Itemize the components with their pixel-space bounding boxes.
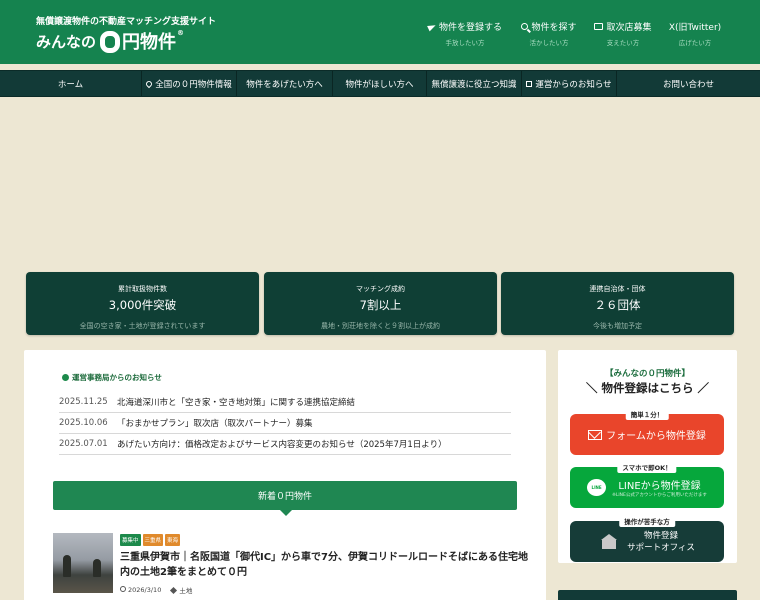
listing-title[interactable]: 三重県伊賀市｜名阪国道「御代IC」から車で7分、伊賀コリドールロードそばにある住… bbox=[120, 550, 530, 580]
news-title: あげたい方向け：価格改定およびサービス内容変更のお知らせ（2025年7月1日より… bbox=[117, 440, 447, 450]
button-label: フォームから物件登録 bbox=[606, 431, 706, 442]
menu-item-label: 運営からのお知らせ bbox=[535, 79, 612, 90]
mail-icon bbox=[588, 429, 603, 440]
news-heading-text: 運営事務局からのお知らせ bbox=[72, 373, 162, 382]
status-badge[interactable]: 募集中 bbox=[120, 534, 141, 546]
line-icon: LINE bbox=[587, 479, 607, 496]
button-label-2: サポートオフィス bbox=[627, 542, 695, 553]
sidebar-title: 【みんなの０円物件】 bbox=[604, 369, 690, 379]
stat-value: ２６団体 bbox=[594, 298, 641, 312]
header-nav-x[interactable]: X(旧Twitter) 広げたい方 bbox=[650, 20, 740, 47]
form-register-button[interactable]: 簡単１分！ フォームから物件登録 bbox=[570, 408, 724, 455]
menu-item-news[interactable]: 運営からのお知らせ bbox=[522, 71, 617, 96]
header-nav-sub: 活かしたい方 bbox=[529, 39, 569, 47]
news-title: 「おまかせプラン」取次店（取次パートナー）募集 bbox=[117, 419, 313, 429]
listing-category[interactable]: 土地 bbox=[179, 587, 192, 595]
news-date: 2025.10.06 bbox=[59, 418, 108, 428]
menu-item-label: ホーム bbox=[57, 79, 84, 90]
stat-label: 連携自治体・団体 bbox=[589, 285, 646, 293]
support-office-button[interactable]: 操作が苦手な方 物件登録 サポートオフィス bbox=[570, 515, 724, 562]
header-nav-label: X(旧Twitter) bbox=[668, 23, 722, 33]
region-badge[interactable]: 東海 bbox=[165, 534, 181, 546]
listing-date: 2026/3/10 bbox=[128, 586, 162, 594]
site-tagline: 無償譲渡物件の不動産マッチング支援サイト bbox=[36, 17, 217, 27]
card-icon bbox=[594, 23, 604, 30]
newest-listings-heading: 新着０円物件 bbox=[53, 481, 517, 516]
button-badge: 操作が苦手な方 bbox=[619, 515, 675, 527]
button-label: LINEから物件登録 bbox=[618, 481, 701, 492]
button-badge: 簡単１分！ bbox=[625, 408, 669, 420]
news-item[interactable]: 2025.10.06 「おまかせプラン」取次店（取次パートナー）募集 bbox=[59, 413, 511, 434]
stat-note: 農地・別荘地を除くと９割以上が成約 bbox=[321, 322, 440, 330]
stat-card-listings: 累計取扱物件数 3,000件突破 全国の空き家・土地が登録されています bbox=[26, 272, 259, 335]
listing-thumbnail[interactable] bbox=[53, 533, 113, 593]
news-title: 北海道深川市と「空き家・空き地対策」に関する連携協定締結 bbox=[117, 398, 356, 408]
logo-zero-mark bbox=[100, 31, 121, 53]
stat-label: 累計取扱物件数 bbox=[118, 285, 167, 293]
send-icon bbox=[427, 22, 437, 31]
menu-item-listings[interactable]: 全国の０円物件情報 bbox=[142, 71, 237, 96]
news-heading: 運営事務局からのお知らせ bbox=[62, 372, 162, 383]
header-nav-label: 物件を登録する bbox=[438, 23, 502, 33]
logo-registered-mark: ® bbox=[177, 29, 185, 37]
site-logo[interactable]: みんなの 円物件 ® bbox=[36, 29, 184, 53]
map-pin-icon bbox=[144, 79, 154, 88]
stat-card-partners: 連携自治体・団体 ２６団体 今後も増加予定 bbox=[501, 272, 734, 335]
header-nav-register[interactable]: 物件を登録する 手放したい方 bbox=[420, 20, 510, 47]
stat-value: 7割以上 bbox=[359, 298, 402, 312]
logo-text-prefix: みんなの bbox=[36, 32, 97, 51]
menu-item-label: お問い合わせ bbox=[662, 79, 714, 90]
site-header: 無償譲渡物件の不動産マッチング支援サイト みんなの 円物件 ® 物件を登録する … bbox=[0, 0, 760, 64]
news-date: 2025.07.01 bbox=[59, 439, 108, 449]
menu-item-contact[interactable]: お問い合わせ bbox=[617, 71, 760, 96]
sidebar-subtitle: ＼ 物件登録はこちら ／ bbox=[585, 381, 709, 395]
sidebar-register-panel: 【みんなの０円物件】 ＼ 物件登録はこちら ／ 簡単１分！ フォームから物件登録… bbox=[558, 350, 737, 563]
search-icon bbox=[521, 23, 529, 30]
clock-icon bbox=[120, 586, 126, 592]
menu-item-give[interactable]: 物件をあげたい方へ bbox=[237, 71, 333, 96]
tree-shape bbox=[63, 555, 71, 577]
stat-note: 今後も増加予定 bbox=[593, 322, 642, 330]
menu-item-home[interactable]: ホーム bbox=[0, 71, 142, 96]
prefecture-badge[interactable]: 三重県 bbox=[142, 534, 164, 546]
menu-item-label: 無償譲渡に役立つ知識 bbox=[431, 79, 517, 90]
stat-label: マッチング成約 bbox=[356, 285, 405, 293]
menu-item-label: 物件がほしい方へ bbox=[345, 79, 414, 90]
stat-card-matching: マッチング成約 7割以上 農地・別荘地を除くと９割以上が成約 bbox=[264, 272, 497, 335]
listing-tags: 募集中 三重県 東海 bbox=[120, 534, 181, 546]
tag-icon bbox=[170, 586, 178, 595]
main-content: 運営事務局からのお知らせ 2025.11.25 北海道深川市と「空き家・空き地対… bbox=[24, 350, 546, 600]
menu-item-label: 全国の０円物件情報 bbox=[155, 79, 232, 90]
sidebar-next-widget bbox=[558, 590, 737, 600]
news-item[interactable]: 2025.07.01 あげたい方向け：価格改定およびサービス内容変更のお知らせ（… bbox=[59, 434, 511, 455]
news-date: 2025.11.25 bbox=[59, 397, 108, 407]
logo-text-suffix: 円物件 bbox=[122, 32, 177, 53]
header-nav-label: 物件を探す bbox=[531, 23, 577, 33]
stat-note: 全国の空き家・土地が登録されています bbox=[79, 322, 206, 330]
header-nav-sub: 支えたい方 bbox=[606, 39, 640, 47]
header-nav-sub: 広げたい方 bbox=[678, 39, 712, 47]
button-note: ※LINE公式アカウントからご利用いただけます bbox=[612, 493, 707, 498]
header-nav-sub: 手放したい方 bbox=[445, 39, 485, 47]
bullet-icon bbox=[62, 374, 69, 381]
menu-item-knowledge[interactable]: 無償譲渡に役立つ知識 bbox=[427, 71, 522, 96]
menu-item-want[interactable]: 物件がほしい方へ bbox=[333, 71, 427, 96]
button-badge: スマホで即OK！ bbox=[617, 461, 677, 473]
stat-value: 3,000件突破 bbox=[108, 298, 177, 312]
line-register-button[interactable]: スマホで即OK！ LINE LINEから物件登録 ※LINE公式アカウントからご… bbox=[570, 461, 724, 508]
news-list: 2025.11.25 北海道深川市と「空き家・空き地対策」に関する連携協定締結 … bbox=[59, 392, 511, 455]
header-nav-label: 取次店募集 bbox=[606, 23, 652, 33]
listing-meta: 2026/3/10 土地 bbox=[120, 585, 192, 595]
tree-shape bbox=[93, 559, 101, 577]
button-label: 物件登録 bbox=[643, 530, 678, 541]
main-menu: ホーム 全国の０円物件情報 物件をあげたい方へ 物件がほしい方へ 無償譲渡に役立… bbox=[0, 70, 760, 97]
notice-icon bbox=[526, 80, 533, 87]
office-icon bbox=[599, 533, 619, 550]
menu-item-label: 物件をあげたい方へ bbox=[246, 79, 323, 90]
news-item[interactable]: 2025.11.25 北海道深川市と「空き家・空き地対策」に関する連携協定締結 bbox=[59, 392, 511, 413]
